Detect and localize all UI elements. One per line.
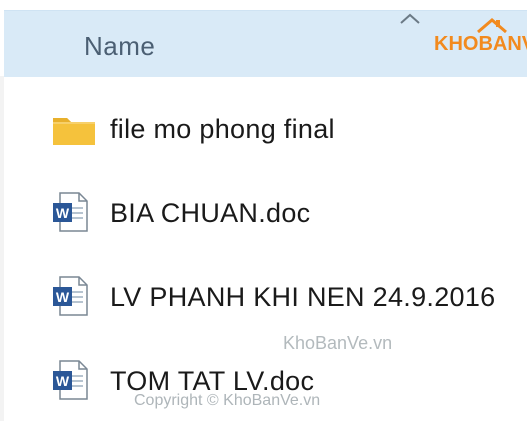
svg-text:W: W: [56, 205, 70, 221]
folder-icon: [53, 118, 95, 145]
word-doc-icon: W: [53, 276, 88, 316]
file-name: LV PHANH KHI NEN 24.9.2016: [110, 282, 496, 312]
word-doc-icon: W: [53, 192, 88, 232]
chevron-up-icon: [400, 13, 420, 24]
logo-text: KHOBANVE: [434, 33, 527, 55]
top-strip: [0, 0, 527, 10]
list-item[interactable]: file mo phong final: [0, 100, 527, 160]
name-column-label: Name: [84, 31, 156, 61]
file-name: BIA CHUAN.doc: [110, 198, 311, 228]
file-explorer-view: Name KHOBANVE file mo phong final W: [0, 0, 527, 421]
khobanve-logo: KHOBANVE: [430, 14, 527, 64]
list-item[interactable]: W LV PHANH KHI NEN 24.9.2016: [0, 268, 527, 328]
watermark-copyright: Copyright © KhoBanVe.vn: [134, 392, 321, 409]
svg-text:W: W: [56, 289, 70, 305]
svg-text:W: W: [56, 373, 70, 389]
list-item[interactable]: W BIA CHUAN.doc: [0, 184, 527, 244]
word-doc-icon: W: [53, 360, 88, 400]
watermark-site: KhoBanVe.vn: [283, 333, 393, 353]
file-name: file mo phong final: [110, 114, 335, 144]
